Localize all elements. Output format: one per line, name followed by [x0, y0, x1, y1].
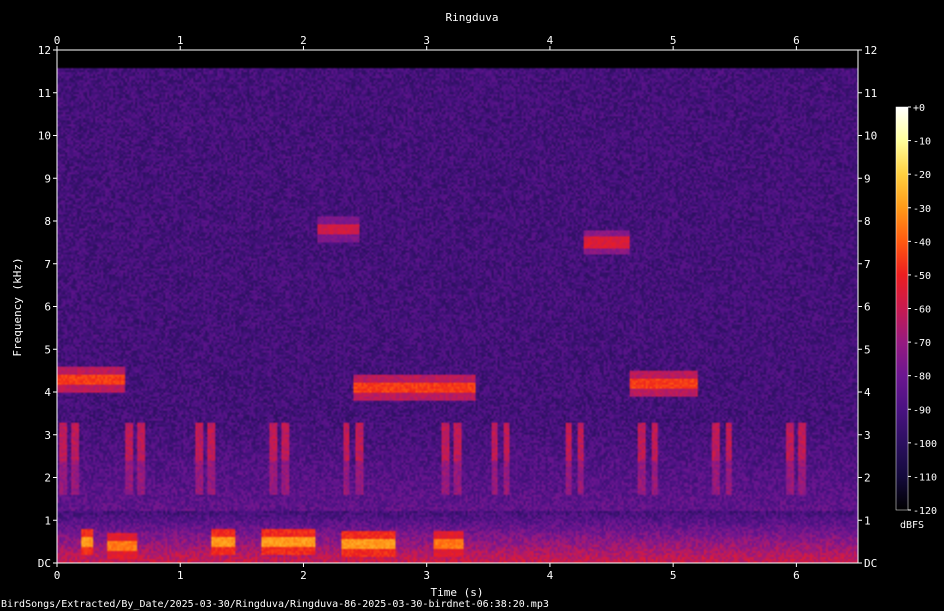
x-tick-label-top: 4 — [547, 34, 554, 47]
x-tick-label-top: 5 — [670, 34, 677, 47]
y-tick-label-right: 4 — [864, 386, 871, 399]
colorbar-tick-label: -30 — [913, 204, 931, 215]
colorbar-tick-label: +0 — [913, 103, 925, 114]
x-tick-label-bottom: 0 — [54, 569, 61, 582]
y-tick-label-right: DC — [864, 557, 877, 570]
y-tick-label-right: 9 — [864, 172, 871, 185]
y-tick-label-left: 8 — [44, 215, 51, 228]
y-tick-label-left: 12 — [38, 44, 51, 57]
y-tick-label-right: 10 — [864, 130, 877, 143]
y-tick-label-left: 10 — [38, 130, 51, 143]
colorbar-tick-label: -70 — [913, 338, 931, 349]
x-tick-label-bottom: 2 — [300, 569, 307, 582]
status-bar-path: BirdSongs/Extracted/By_Date/2025-03-30/R… — [1, 599, 549, 610]
colorbar-label: dBFS — [900, 520, 924, 531]
x-tick-label-top: 3 — [423, 34, 430, 47]
colorbar-tick-label: -40 — [913, 237, 931, 248]
colorbar-tick-label: -60 — [913, 305, 931, 316]
y-tick-label-left: 11 — [38, 87, 51, 100]
colorbar-tick-label: -80 — [913, 372, 931, 383]
y-tick-label-left: 3 — [44, 429, 51, 442]
colorbar-tick-label: -110 — [913, 472, 937, 483]
x-tick-label-top: 6 — [793, 34, 800, 47]
x-tick-label-bottom: 6 — [793, 569, 800, 582]
x-axis-label: Time (s) — [431, 586, 484, 599]
y-tick-label-right: 5 — [864, 343, 871, 356]
y-tick-label-left: 1 — [44, 514, 51, 527]
y-tick-label-left: 5 — [44, 343, 51, 356]
colorbar-tick-label: -10 — [913, 137, 931, 148]
x-tick-label-bottom: 3 — [423, 569, 430, 582]
y-tick-label-left: 2 — [44, 472, 51, 485]
y-tick-label-right: 3 — [864, 429, 871, 442]
y-tick-label-left: 9 — [44, 172, 51, 185]
y-tick-label-right: 7 — [864, 258, 871, 271]
colorbar-tick-label: -120 — [913, 506, 937, 517]
y-tick-label-right: 6 — [864, 301, 871, 314]
colorbar-tick-label: -100 — [913, 439, 937, 450]
colorbar — [895, 106, 909, 511]
x-tick-label-top: 0 — [54, 34, 61, 47]
y-tick-label-right: 2 — [864, 472, 871, 485]
spectrogram-image — [57, 50, 858, 563]
y-axis-label: Frequency (kHz) — [11, 257, 24, 356]
x-tick-label-top: 2 — [300, 34, 307, 47]
y-tick-label-left: 7 — [44, 258, 51, 271]
y-tick-label-right: 1 — [864, 514, 871, 527]
chart-title: Ringduva — [446, 11, 499, 24]
y-tick-label-right: 11 — [864, 87, 877, 100]
x-tick-label-bottom: 5 — [670, 569, 677, 582]
colorbar-tick-label: -20 — [913, 170, 931, 181]
colorbar-tick-label: -50 — [913, 271, 931, 282]
colorbar-tick-label: -90 — [913, 405, 931, 416]
y-tick-label-left: 6 — [44, 301, 51, 314]
x-tick-label-bottom: 4 — [547, 569, 554, 582]
spectrogram-figure: 00112233445566DC DC1 12 23 34 45 56 67 78 89 910 10… — [0, 0, 944, 611]
y-tick-label-right: 8 — [864, 215, 871, 228]
y-tick-label-right: 12 — [864, 44, 877, 57]
y-tick-label-left: DC — [38, 557, 51, 570]
x-tick-label-bottom: 1 — [177, 569, 184, 582]
x-tick-label-top: 1 — [177, 34, 184, 47]
y-tick-label-left: 4 — [44, 386, 51, 399]
